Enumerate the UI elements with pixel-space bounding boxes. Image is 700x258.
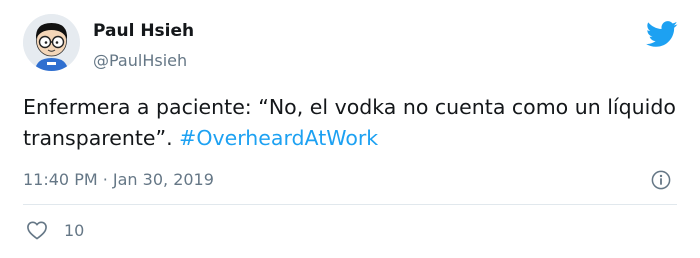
embedded-tweet: Paul Hsieh @PaulHsieh Enfermera a pacien…: [0, 0, 700, 258]
divider: [23, 204, 677, 205]
user-handle[interactable]: @PaulHsieh: [93, 51, 187, 70]
tweet-text: Enfermera a paciente: “No, el vodka no c…: [23, 92, 683, 154]
info-icon[interactable]: [651, 170, 671, 190]
display-name[interactable]: Paul Hsieh: [93, 21, 194, 41]
avatar[interactable]: [23, 14, 80, 71]
heart-icon[interactable]: [26, 220, 48, 240]
hashtag-link[interactable]: #OverheardAtWork: [179, 126, 378, 150]
avatar-illustration: [23, 14, 80, 71]
tweet-timestamp[interactable]: 11:40 PM · Jan 30, 2019: [23, 170, 214, 189]
like-count: 10: [64, 221, 85, 240]
twitter-bird-icon[interactable]: [646, 21, 678, 48]
